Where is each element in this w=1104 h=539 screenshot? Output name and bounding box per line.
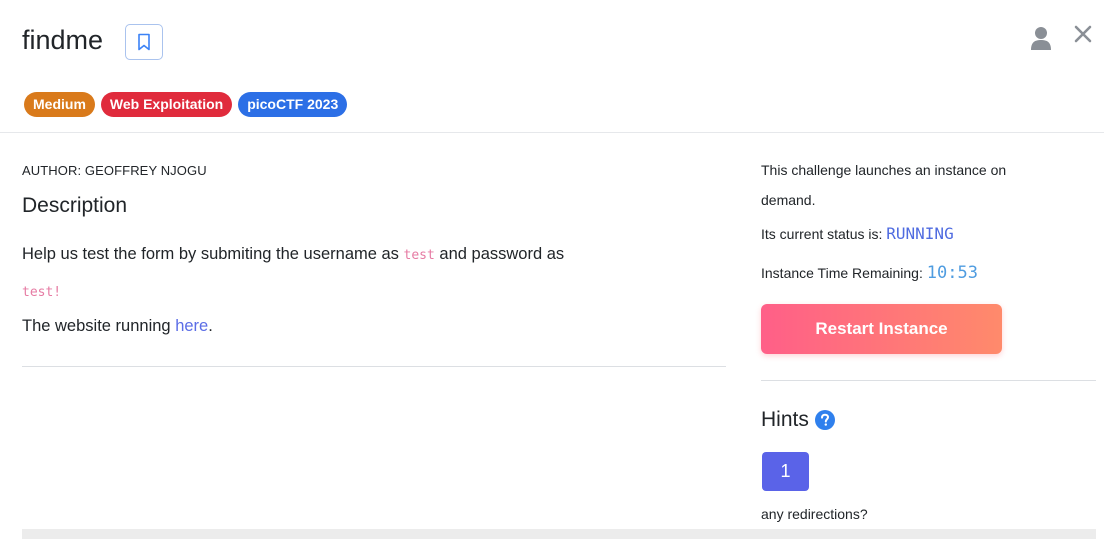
event-badge: picoCTF 2023 bbox=[238, 92, 348, 117]
time-label: Instance Time Remaining: bbox=[761, 265, 927, 281]
difficulty-badge: Medium bbox=[24, 92, 95, 117]
divider bbox=[761, 380, 1096, 381]
instance-info-line1: This challenge launches an instance on bbox=[761, 162, 1007, 178]
description-text: Help us test the form by submiting the u… bbox=[22, 245, 564, 264]
bookmark-button[interactable] bbox=[125, 24, 163, 60]
close-icon[interactable] bbox=[1072, 23, 1094, 45]
password-code: test! bbox=[22, 285, 62, 300]
tag-list: Medium Web Exploitation picoCTF 2023 bbox=[24, 92, 348, 117]
website-link[interactable]: here bbox=[175, 317, 208, 335]
instance-info-line2: demand. bbox=[761, 192, 816, 208]
hint-1-text: any redirections? bbox=[761, 506, 868, 522]
instance-status: Its current status is: RUNNING bbox=[761, 224, 954, 243]
time-value: 10:53 bbox=[926, 263, 978, 283]
challenge-title: findme bbox=[22, 25, 104, 55]
bookmark-icon bbox=[138, 33, 150, 51]
restart-instance-button[interactable]: Restart Instance bbox=[761, 304, 1002, 354]
instance-time: Instance Time Remaining: 10:53 bbox=[761, 263, 978, 283]
bottom-scroll-area bbox=[22, 529, 1096, 539]
status-value: RUNNING bbox=[886, 224, 954, 243]
website-text: The website running bbox=[22, 317, 176, 335]
challenge-header: findme Medium Web Exploitation picoCTF 2… bbox=[0, 0, 1104, 133]
divider bbox=[22, 366, 726, 367]
description-text-part: and password as bbox=[434, 245, 565, 263]
description-text-part: Help us test the form by submiting the u… bbox=[22, 245, 404, 263]
user-icon[interactable] bbox=[1030, 26, 1052, 50]
description-heading: Description bbox=[22, 194, 128, 217]
website-line: The website running here. bbox=[22, 317, 213, 336]
hints-heading-label: Hints bbox=[761, 408, 809, 431]
status-label: Its current status is: bbox=[761, 226, 887, 242]
hints-heading: Hints bbox=[761, 408, 835, 432]
category-badge: Web Exploitation bbox=[100, 92, 233, 117]
username-code: test bbox=[403, 248, 435, 263]
help-circle-icon[interactable] bbox=[814, 410, 835, 430]
hint-1-button[interactable]: 1 bbox=[762, 452, 809, 491]
author-label: AUTHOR: GEOFFREY NJOGU bbox=[22, 163, 207, 178]
website-text-end: . bbox=[208, 317, 213, 335]
